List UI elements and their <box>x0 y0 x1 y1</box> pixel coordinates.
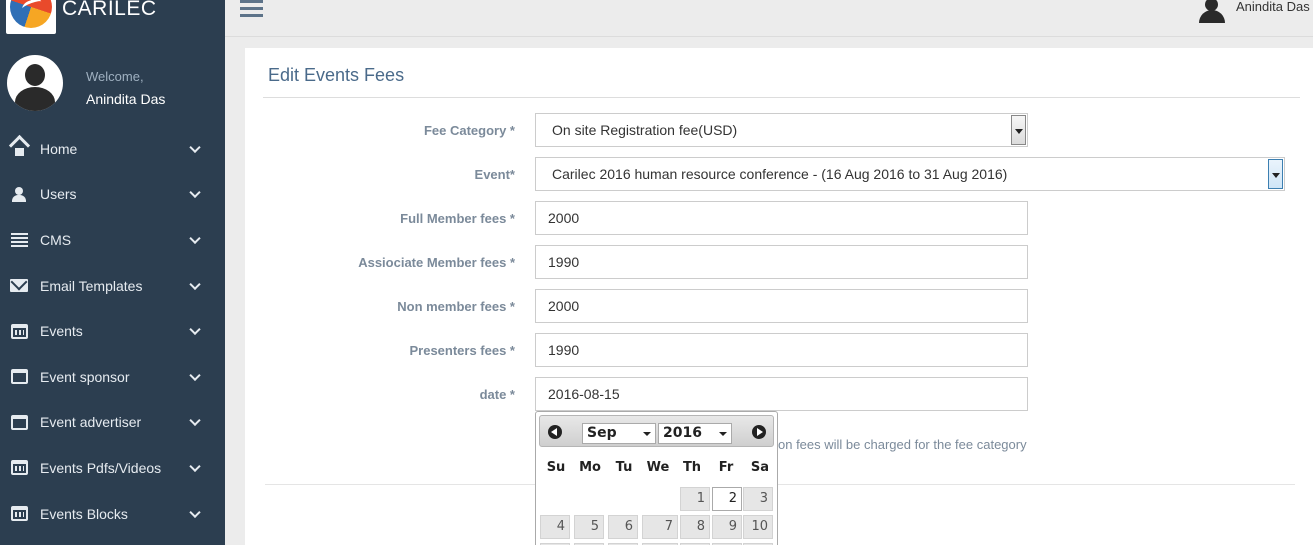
calendar-day[interactable]: 9 <box>712 515 742 539</box>
user-icon <box>10 186 28 202</box>
content-panel: Edit Events Fees Fee Category * On site … <box>245 48 1313 545</box>
envelope-icon <box>10 278 28 294</box>
sidebar-item-cms[interactable]: CMS <box>0 217 225 263</box>
sidebar-item-event-sponsor[interactable]: Event sponsor <box>0 354 225 400</box>
presenters-fees-input[interactable] <box>535 333 1028 367</box>
sidebar-item-events-blocks[interactable]: Events Blocks <box>0 491 225 537</box>
sidebar-item-label: Email Templates <box>40 277 143 294</box>
calendar-day[interactable]: 6 <box>608 515 638 539</box>
year-select[interactable]: 2016 <box>658 423 732 444</box>
weekday-label: We <box>646 460 670 475</box>
calendar-day[interactable]: 5 <box>574 515 604 539</box>
calendar-day[interactable]: 1 <box>680 487 710 511</box>
chevron-down-icon <box>189 460 201 473</box>
weekday-label: Sa <box>750 460 770 475</box>
sidebar-item-label: Event advertiser <box>40 414 142 431</box>
next-month-icon[interactable] <box>752 425 766 439</box>
event-value: Carilec 2016 human resource conference -… <box>552 166 1008 182</box>
top-user-name: Anindita Das <box>1236 0 1310 14</box>
calendar-day[interactable]: 3 <box>743 487 773 511</box>
brand[interactable]: CARILEC <box>0 0 225 36</box>
sidebar-item-label: Home <box>40 140 78 157</box>
non-member-fees-input[interactable] <box>535 289 1028 323</box>
sidebar-item-home[interactable]: Home <box>0 126 225 172</box>
carilec-logo <box>6 0 56 34</box>
presenters-fees-label: Presenters fees * <box>409 343 515 358</box>
sidebar-item-label: Events <box>40 323 83 340</box>
brand-name: CARILEC <box>62 0 157 20</box>
sidebar-item-label: Events Pdfs/Videos <box>40 459 162 476</box>
weekday-label: Su <box>546 460 566 475</box>
chevron-down-icon <box>189 415 201 427</box>
chevron-down-icon <box>189 232 201 245</box>
associate-member-fees-label: Assiociate Member fees * <box>358 255 515 270</box>
weekday-label: Tu <box>615 460 633 475</box>
month-select[interactable]: Sep <box>582 423 656 444</box>
calendar-day[interactable]: 4 <box>540 515 570 539</box>
menu-toggle-icon[interactable] <box>240 0 263 17</box>
calendar-day[interactable]: 8 <box>680 515 710 539</box>
full-member-fees-label: Full Member fees * <box>400 211 515 226</box>
top-bar: Anindita Das <box>225 0 1313 37</box>
weekday-label: Mo <box>579 460 601 475</box>
non-member-fees-label: Non member fees * <box>397 299 515 314</box>
calendar-icon <box>10 369 28 385</box>
datepicker: Sep 2016 Su Mo Tu We Th Fr Sa 1 2 3 4 5 … <box>535 411 778 545</box>
calendar-day[interactable]: 7 <box>642 515 678 539</box>
chevron-down-icon <box>189 187 201 199</box>
list-icon <box>10 232 28 248</box>
sidebar-item-users[interactable]: Users <box>0 172 225 218</box>
sidebar-item-email-templates[interactable]: Email Templates <box>0 263 225 309</box>
fee-category-label: Fee Category * <box>423 123 515 138</box>
calendar-day-today[interactable]: 2 <box>712 487 742 511</box>
calendar-icon <box>10 414 28 430</box>
sidebar-item-label: Events Blocks <box>40 505 128 522</box>
sidebar-item-events[interactable]: Events <box>0 308 225 354</box>
form-divider <box>265 484 1295 485</box>
calendar-icon <box>10 323 28 339</box>
chevron-down-icon <box>189 141 201 153</box>
associate-member-fees-input[interactable] <box>535 245 1028 279</box>
weekday-label: Fr <box>718 460 734 475</box>
fee-category-select[interactable]: On site Registration fee(USD) <box>535 113 1028 147</box>
calendar-day[interactable]: 10 <box>743 515 773 539</box>
page-title: Edit Events Fees <box>268 65 405 85</box>
sidebar: CARILEC Welcome, Anindita Das Home Users… <box>0 0 225 545</box>
datepicker-header: Sep 2016 <box>539 415 774 447</box>
user-profile: Welcome, Anindita Das <box>0 52 225 114</box>
welcome-text: Welcome, <box>86 69 144 84</box>
calendar-icon <box>10 460 28 476</box>
fee-hint-text: on fees will be charged for the fee cate… <box>778 437 1027 452</box>
sidebar-item-label: Event sponsor <box>40 368 130 385</box>
dropdown-arrow-icon <box>1268 159 1283 189</box>
sidebar-item-events-pdfs-videos[interactable]: Events Pdfs/Videos <box>0 445 225 491</box>
event-label: Event* <box>474 167 515 182</box>
sidebar-item-label: CMS <box>40 231 72 248</box>
calendar-icon <box>10 506 28 522</box>
date-label: date * <box>479 387 515 402</box>
chevron-down-icon <box>189 369 201 381</box>
sidebar-item-label: Users <box>40 186 77 203</box>
chevron-down-icon <box>189 278 201 290</box>
home-icon <box>10 141 28 157</box>
avatar <box>7 55 63 111</box>
dropdown-arrow-icon <box>1011 115 1026 145</box>
profile-user-name: Anindita Das <box>86 91 166 107</box>
event-select[interactable]: Carilec 2016 human resource conference -… <box>535 157 1285 191</box>
sidebar-nav: Home Users CMS Email Templates Events Ev… <box>0 126 225 536</box>
fee-category-value: On site Registration fee(USD) <box>552 122 738 138</box>
chevron-down-icon <box>189 506 201 518</box>
chevron-down-icon <box>189 323 201 336</box>
date-input[interactable] <box>535 377 1028 411</box>
title-divider <box>263 97 1300 98</box>
sidebar-item-event-advertiser[interactable]: Event advertiser <box>0 400 225 446</box>
weekday-label: Th <box>682 460 702 475</box>
full-member-fees-input[interactable] <box>535 201 1028 235</box>
prev-month-icon[interactable] <box>548 425 562 439</box>
